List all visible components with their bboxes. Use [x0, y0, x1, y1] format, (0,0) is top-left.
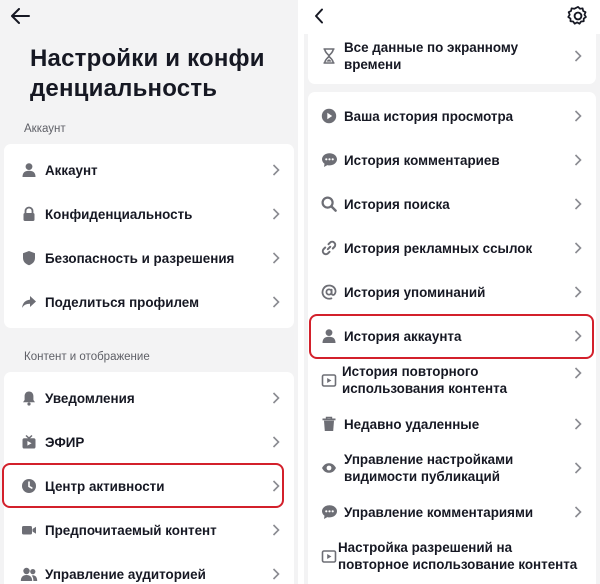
menu-item-label: Недавно удаленные	[344, 416, 480, 432]
chevron-right-icon	[573, 505, 582, 519]
menu-item-label: Ваша история просмотра	[344, 108, 514, 124]
gear-icon[interactable]	[564, 3, 592, 29]
menu-item-label: Предпочитаемый контент	[45, 522, 217, 538]
account-card: Аккаунт Конфиденциальность Безопасность …	[4, 144, 294, 328]
menu-item-audience-management[interactable]: Управление аудиторией	[4, 552, 294, 584]
eye-icon	[320, 459, 338, 477]
back-chevron-icon[interactable]	[308, 4, 330, 28]
menu-item-comment-history[interactable]: История комментариев	[308, 138, 596, 182]
menu-item-label: История повторного использования контент…	[342, 364, 508, 396]
menu-item-label: Уведомления	[45, 390, 135, 406]
menu-item-preferred-content[interactable]: Предпочитаемый контент	[4, 508, 294, 552]
chevron-right-icon	[271, 391, 280, 405]
chevron-right-icon	[573, 241, 582, 255]
hourglass-icon	[320, 47, 338, 65]
menu-item-recently-deleted[interactable]: Недавно удаленные	[308, 402, 596, 446]
chevron-right-icon	[573, 285, 582, 299]
chevron-right-icon	[573, 461, 582, 475]
search-icon	[320, 195, 338, 213]
chevron-right-icon	[573, 366, 582, 380]
chevron-right-icon	[573, 153, 582, 167]
history-card: Ваша история просмотра История комментар…	[308, 92, 596, 584]
top-bar	[304, 0, 600, 34]
activity-center-screen: Все данные по экранному времени Ваша ист…	[304, 0, 600, 584]
settings-privacy-screen: Настройки и конфи денциальность Аккаунт …	[0, 0, 298, 584]
at-icon	[320, 283, 338, 301]
menu-item-label: Управление аудиторией	[45, 566, 206, 582]
menu-item-activity-center[interactable]: Центр активности	[4, 464, 294, 508]
comment-icon	[320, 151, 338, 169]
menu-item-ad-links-history[interactable]: История рекламных ссылок	[308, 226, 596, 270]
menu-item-share-profile[interactable]: Поделиться профилем	[4, 280, 294, 324]
share-icon	[20, 293, 38, 311]
chevron-right-icon	[271, 523, 280, 537]
menu-item-label: История аккаунта	[344, 328, 462, 344]
menu-item-label: Все данные по экранному времени	[344, 40, 519, 72]
top-bar	[0, 0, 298, 34]
menu-item-watch-history[interactable]: Ваша история просмотра	[308, 94, 596, 138]
chevron-right-icon	[271, 163, 280, 177]
menu-item-comment-management[interactable]: Управление комментариями	[308, 490, 596, 534]
chevron-right-icon	[271, 251, 280, 265]
bell-icon	[20, 389, 38, 407]
menu-item-label: Центр активности	[45, 478, 165, 494]
menu-item-live[interactable]: ЭФИР	[4, 420, 294, 464]
menu-item-notifications[interactable]: Уведомления	[4, 376, 294, 420]
menu-item-reuse-permissions[interactable]: Настройка разрешений на повторное исполь…	[308, 534, 596, 578]
menu-item-label: История рекламных ссылок	[344, 240, 533, 256]
menu-item-search-history[interactable]: История поиска	[308, 182, 596, 226]
play-icon	[320, 107, 338, 125]
trash-icon	[320, 415, 338, 433]
menu-item-reuse-history[interactable]: История повторного использования контент…	[308, 358, 596, 402]
menu-item-post-visibility[interactable]: Управление настройками видимости публика…	[308, 446, 596, 490]
video-camera-icon	[20, 521, 38, 539]
menu-item-mentions-history[interactable]: История упоминаний	[308, 270, 596, 314]
repost-icon	[320, 547, 338, 565]
chevron-right-icon	[573, 197, 582, 211]
chevron-right-icon	[573, 49, 582, 63]
chevron-right-icon	[573, 329, 582, 343]
menu-item-account-history[interactable]: История аккаунта	[308, 314, 596, 358]
section-label-content: Контент и отображение	[24, 351, 150, 363]
chevron-right-icon	[271, 567, 280, 581]
menu-item-screen-time[interactable]: Все данные по экранному времени	[308, 34, 596, 78]
menu-item-account[interactable]: Аккаунт	[4, 148, 294, 192]
section-label-account: Аккаунт	[24, 123, 66, 135]
screen-time-card: Все данные по экранному времени	[308, 34, 596, 84]
link-icon	[320, 239, 338, 257]
content-card: Уведомления ЭФИР Центр активности Предпо…	[4, 372, 294, 584]
shield-icon	[20, 249, 38, 267]
menu-item-label: История комментариев	[344, 152, 500, 168]
lock-icon	[20, 205, 38, 223]
menu-item-label: ЭФИР	[45, 434, 85, 450]
chevron-right-icon	[271, 207, 280, 221]
person-icon	[320, 327, 338, 345]
menu-item-security[interactable]: Безопасность и разрешения	[4, 236, 294, 280]
menu-item-label: История упоминаний	[344, 284, 486, 300]
clock-icon	[20, 477, 38, 495]
chevron-right-icon	[271, 295, 280, 309]
back-arrow-icon[interactable]	[6, 4, 34, 28]
menu-item-label: Поделиться профилем	[45, 294, 199, 310]
menu-item-label: Настройка разрешений на повторное исполь…	[338, 540, 578, 572]
people-icon	[20, 565, 38, 583]
page-title: Настройки и конфи денциальность	[30, 45, 265, 102]
menu-item-privacy[interactable]: Конфиденциальность	[4, 192, 294, 236]
menu-item-label: Конфиденциальность	[45, 206, 193, 222]
chevron-right-icon	[271, 435, 280, 449]
menu-item-label: История поиска	[344, 196, 450, 212]
menu-item-label: Управление комментариями	[344, 504, 534, 520]
chevron-right-icon	[573, 109, 582, 123]
person-icon	[20, 161, 38, 179]
menu-item-label: Безопасность и разрешения	[45, 250, 235, 266]
comment-icon	[320, 503, 338, 521]
chevron-right-icon	[573, 417, 582, 431]
menu-item-label: Аккаунт	[45, 162, 98, 178]
tv-icon	[20, 433, 38, 451]
repost-icon	[320, 371, 338, 389]
menu-item-label: Управление настройками видимости публика…	[344, 452, 514, 484]
chevron-right-icon	[271, 479, 280, 493]
